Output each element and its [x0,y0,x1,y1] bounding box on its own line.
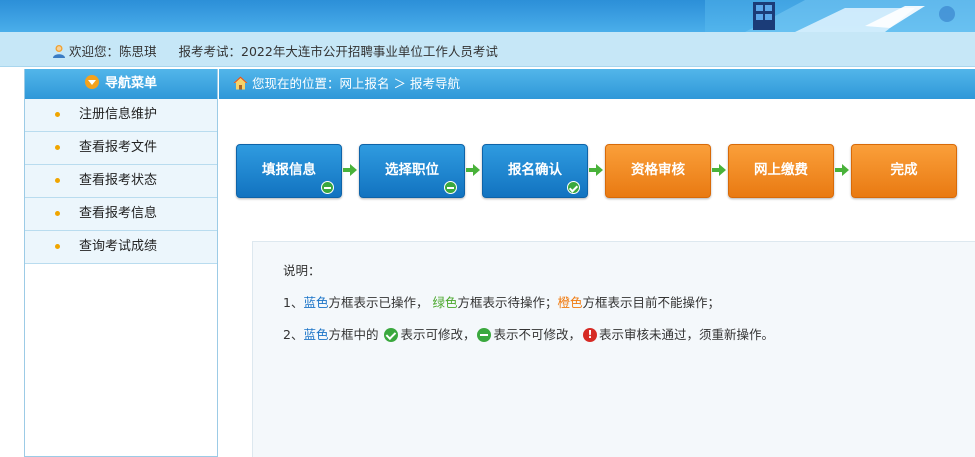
rejected-meaning: 表示审核未通过，须重新操作。 [599,327,775,342]
description-title: 说明： [283,263,321,278]
welcome-bar: 欢迎您：陈思琪 报考考试：2022年大连市公开招聘事业单位工作人员考试 [0,32,975,67]
sidebar-item-label: 查看报考状态 [79,173,158,188]
top-banner [0,0,975,32]
step-flow: 填报信息 选择职位 报名确认 资格审核 网上缴费 完成 [236,144,957,200]
line-text: 方框中的 [328,327,379,342]
step-online-payment[interactable]: 网上缴费 [728,144,834,198]
error-icon [583,327,597,343]
check-icon [384,328,399,342]
nav-header: 导航菜单 [25,69,217,99]
step-qualification-review[interactable]: 资格审核 [605,144,711,198]
sidebar-item-exam-status[interactable]: 查看报考状态 [25,165,217,198]
sidebar-item-label: 查看报考文件 [79,140,158,155]
bullet-icon [55,178,60,183]
check-icon [567,181,580,194]
arrow-right-icon [712,164,726,176]
minus-icon [444,181,457,194]
green-meaning: 方框表示待操作； [457,295,558,310]
step-label: 网上缴费 [754,162,808,178]
description-line-1: 1、蓝色方框表示已操作， 绿色方框表示待操作；橙色方框表示目前不能操作； [283,292,720,311]
breadcrumb: 您现在的位置：网上报名 ＞ 报考导航 [219,69,975,99]
line-prefix: 2、 [283,327,304,342]
orange-label: 橙色 [557,295,583,310]
step-confirm-registration[interactable]: 报名确认 [482,144,588,198]
sidebar-item-register-info[interactable]: 注册信息维护 [25,99,217,132]
minus-icon [477,328,492,342]
sidebar: 导航菜单 注册信息维护 查看报考文件 查看报考状态 查看报考信息 查询考试成绩 [24,69,218,457]
sidebar-item-exam-info[interactable]: 查看报考信息 [25,198,217,231]
bullet-icon [55,145,60,150]
arrow-right-icon [835,164,849,176]
green-label: 绿色 [432,295,458,310]
main-content: 您现在的位置：网上报名 ＞ 报考导航 填报信息 选择职位 报名确认 资格审核 网… [219,69,975,457]
editable-meaning: 表示可修改， [400,327,476,342]
step-label: 报名确认 [508,162,562,178]
description-panel: 说明： 1、蓝色方框表示已操作， 绿色方框表示待操作；橙色方框表示目前不能操作；… [252,241,975,457]
arrow-right-icon [343,164,357,176]
sidebar-item-label: 查看报考信息 [79,206,158,221]
orange-meaning: 方框表示目前不能操作； [582,295,721,310]
step-label: 选择职位 [385,162,439,178]
line-prefix: 1、 [283,295,304,310]
user-icon [53,45,65,58]
step-fill-info[interactable]: 填报信息 [236,144,342,198]
step-label: 填报信息 [262,162,316,178]
bullet-icon [55,211,60,216]
bullet-icon [55,112,60,117]
sidebar-item-exam-scores[interactable]: 查询考试成绩 [25,231,217,264]
step-select-position[interactable]: 选择职位 [359,144,465,198]
sidebar-item-label: 查询考试成绩 [79,239,158,254]
step-complete[interactable]: 完成 [851,144,957,198]
sidebar-item-exam-files[interactable]: 查看报考文件 [25,132,217,165]
chevron-down-icon [84,75,99,89]
nav-list: 注册信息维护 查看报考文件 查看报考状态 查看报考信息 查询考试成绩 [25,99,217,264]
step-label: 完成 [890,162,918,178]
step-label: 资格审核 [631,162,685,178]
banner-decoration [705,0,975,32]
bullet-icon [55,244,60,249]
description-line-2: 2、蓝色方框中的 表示可修改， 表示不可修改， 表示审核未通过，须重新操作。 [283,324,774,343]
not-editable-meaning: 表示不可修改， [493,327,581,342]
nav-title: 导航菜单 [104,76,157,91]
blue-meaning: 方框表示已操作， [328,295,429,310]
breadcrumb-text: 您现在的位置：网上报名 ＞ 报考导航 [252,76,460,91]
arrow-right-icon [589,164,603,176]
arrow-right-icon [466,164,480,176]
blue-label: 蓝色 [303,295,329,310]
home-icon [233,76,248,90]
sidebar-item-label: 注册信息维护 [79,107,158,122]
blue-label: 蓝色 [303,327,329,342]
minus-icon [321,181,334,194]
welcome-text: 欢迎您：陈思琪 [69,44,157,59]
exam-text: 报考考试：2022年大连市公开招聘事业单位工作人员考试 [178,44,498,59]
